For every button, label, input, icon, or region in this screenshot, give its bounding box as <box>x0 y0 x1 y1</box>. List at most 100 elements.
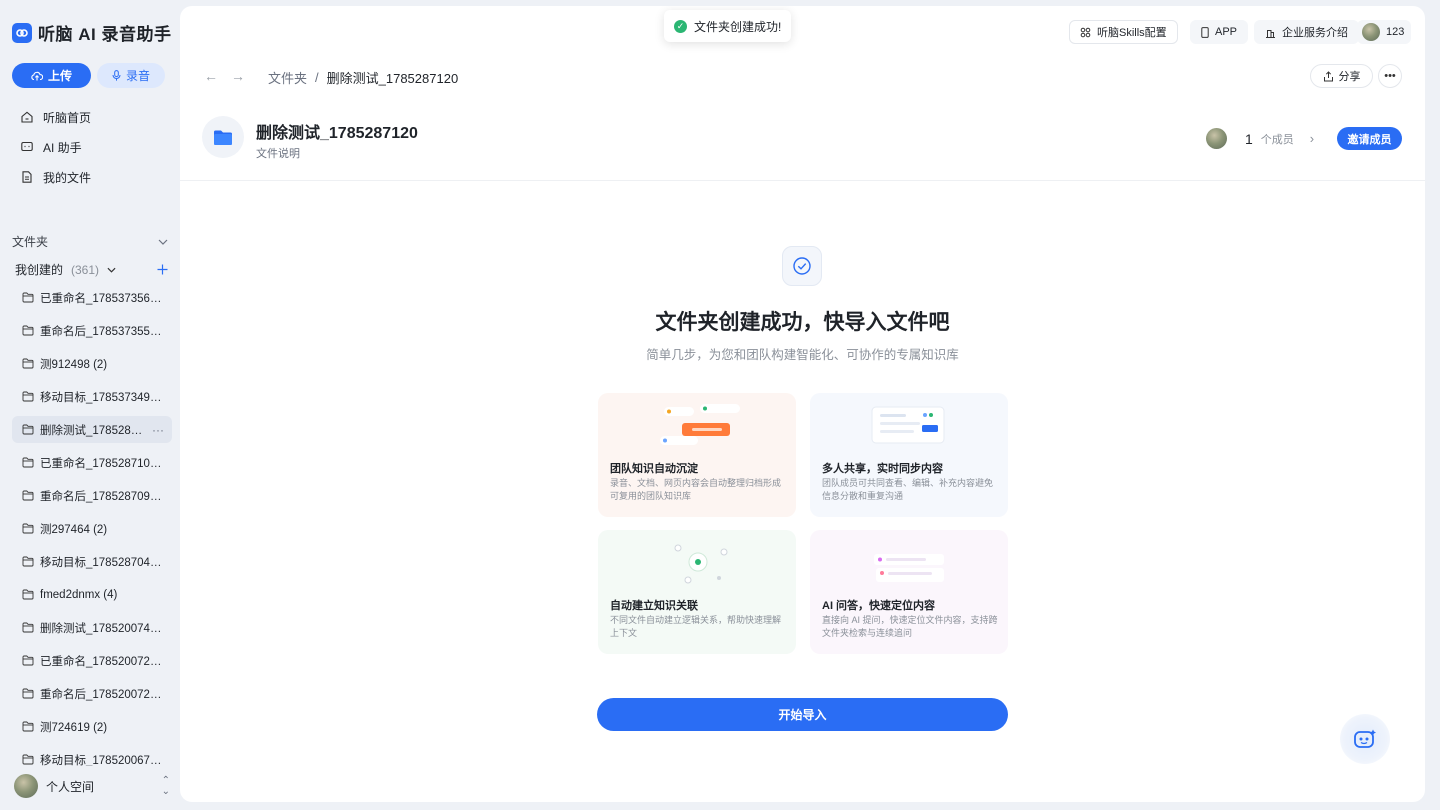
folder-list: 已重命名_1785373562 ... 重命名后_1785373552 ... 测9… <box>12 281 172 766</box>
folder-list-item[interactable]: 已重命名_1785287107 (... <box>12 446 172 479</box>
my-created-toggle[interactable]: 我创建的 (361) <box>15 261 116 278</box>
member-count: 1 <box>1245 130 1253 147</box>
relations-illustration <box>674 544 728 584</box>
feature-card-knowledge: 团队知识自动沉淀 录音、文档、网页内容会自动整理归档形成可复用的团队知识库 <box>598 393 796 517</box>
folder-list-item[interactable]: 移动目标_1785287046 ... <box>12 545 172 578</box>
more-dots-icon[interactable]: ··· <box>152 423 164 437</box>
folder-list-item[interactable]: 删除测试_17852871... ··· <box>12 416 172 443</box>
app-logo[interactable]: 听脑 AI 录音助手 <box>12 20 171 45</box>
folder-list-item[interactable]: 重命名后_1785287096 ... <box>12 479 172 512</box>
feature-card-ai-qa: AI 问答，快速定位内容 直接向 AI 提问，快速定位文件内容，支持跨文件夹检索… <box>810 530 1008 654</box>
share-icon <box>1323 70 1333 81</box>
folder-list-item[interactable]: fmed2dnmx (4) <box>12 578 172 611</box>
knowledge-illustration <box>660 404 740 445</box>
user-name: 123 <box>1386 26 1405 38</box>
folder-name: 移动目标_1785287046 ... <box>40 556 164 569</box>
user-menu[interactable]: 123 <box>1357 20 1412 44</box>
folder-name: 已重命名_1785287107 (... <box>40 457 164 470</box>
folder-name: 重命名后_1785287096 ... <box>40 490 164 503</box>
card-title: AI 问答，快速定位内容 <box>822 600 936 612</box>
ai-assistant-float-button[interactable] <box>1340 714 1390 764</box>
enterprise-label: 企业服务介绍 <box>1282 27 1348 39</box>
workspace-label: 个人空间 <box>46 779 95 794</box>
card-description: 团队成员可共同查看、编辑、补充内容避免信息分散和重复沟通 <box>822 478 994 501</box>
folder-list-item[interactable]: 已重命名_1785373562 ... <box>12 281 172 314</box>
chevron-down-icon <box>158 239 168 245</box>
chevron-down-icon <box>107 267 116 273</box>
folder-list-item[interactable]: 测297464 (2) <box>12 512 172 545</box>
folder-outline-icon <box>22 721 34 732</box>
folder-list-item[interactable]: 移动目标_1785200673 ... <box>12 743 172 766</box>
breadcrumb-root[interactable]: 文件夹 <box>268 68 307 87</box>
folder-description[interactable]: 文件说明 <box>256 145 300 161</box>
my-created-count: (361) <box>71 262 100 277</box>
folder-title: 删除测试_1785287120 <box>256 125 418 142</box>
back-arrow-icon[interactable]: ← <box>204 68 218 84</box>
folder-list-item[interactable]: 测912498 (2) <box>12 347 172 380</box>
start-import-button[interactable]: 开始导入 <box>597 698 1008 731</box>
folder-list-item[interactable]: 重命名后_1785373552 ... <box>12 314 172 347</box>
app-title: 听脑 AI 录音助手 <box>38 25 172 44</box>
record-label: 录音 <box>125 69 150 83</box>
sidebar-item-ai-assistant[interactable]: AI 助手 <box>20 137 82 157</box>
phone-icon <box>1201 26 1209 38</box>
workspace-switcher[interactable]: 个人空间 ⌃ ⌄ <box>14 772 170 800</box>
enterprise-services-button[interactable]: 企业服务介绍 <box>1254 20 1359 44</box>
record-button[interactable]: 录音 <box>97 63 165 88</box>
upload-button[interactable]: 上传 <box>12 63 91 88</box>
share-button[interactable]: 分享 <box>1310 64 1373 88</box>
folder-name: 重命名后_1785373552 ... <box>40 325 164 338</box>
folder-list-item[interactable]: 重命名后_1785200720 ... <box>12 677 172 710</box>
app-label: APP <box>1215 26 1238 38</box>
share-label: 分享 <box>1338 71 1361 83</box>
logo-icon <box>12 22 32 43</box>
folders-section-title: 文件夹 <box>12 235 49 249</box>
cloud-upload-icon <box>31 71 43 80</box>
folder-name: fmed2dnmx (4) <box>40 588 118 601</box>
folder-name: 测912498 (2) <box>40 358 108 371</box>
folders-section-header[interactable]: 文件夹 <box>12 233 168 250</box>
folder-name: 移动目标_1785200673 ... <box>40 754 164 767</box>
check-circle-icon: ✓ <box>674 19 687 33</box>
avatar <box>14 774 38 798</box>
folder-outline-icon <box>22 655 34 666</box>
invite-members-button[interactable]: 邀请成员 <box>1337 127 1402 150</box>
ai-qa-illustration <box>874 554 944 582</box>
sidebar-item-home[interactable]: 听脑首页 <box>20 107 91 127</box>
success-badge <box>782 246 822 286</box>
hero-title: 文件夹创建成功，快导入文件吧 <box>655 311 950 334</box>
header-divider <box>180 180 1425 181</box>
upload-label: 上传 <box>47 69 72 83</box>
microphone-icon <box>112 70 121 81</box>
folder-outline-icon <box>22 424 34 435</box>
forward-arrow-icon[interactable]: → <box>231 68 245 84</box>
my-created-header: 我创建的 (361) <box>15 261 168 278</box>
app-download-button[interactable]: APP <box>1190 20 1249 44</box>
folder-name: 移动目标_1785373497 ... <box>40 391 164 404</box>
sharing-illustration <box>871 406 945 444</box>
folder-outline-icon <box>22 358 34 369</box>
folder-list-item[interactable]: 测724619 (2) <box>12 710 172 743</box>
folder-list-item[interactable]: 已重命名_1785200729 ... <box>12 644 172 677</box>
folder-list-item[interactable]: 删除测试_1785200743 ... <box>12 611 172 644</box>
breadcrumb-current: 删除测试_1785287120 <box>326 71 459 86</box>
folder-outline-icon <box>22 589 34 600</box>
skills-icon <box>1080 27 1091 37</box>
add-folder-icon[interactable] <box>157 264 168 275</box>
success-toast: ✓ 文件夹创建成功! <box>664 10 792 42</box>
members-summary[interactable]: 1 个成员 › <box>1206 128 1314 149</box>
folder-list-item[interactable]: 移动目标_1785373497 ... <box>12 380 172 413</box>
skills-config-label: 听脑Skills配置 <box>1097 27 1167 39</box>
sidebar-item-my-files[interactable]: 我的文件 <box>20 167 91 187</box>
sidebar: 听脑 AI 录音助手 上传 录音 听脑首页 AI 助手 我的文件 文件夹 我创建… <box>0 0 180 810</box>
check-circle-icon <box>793 257 811 275</box>
member-avatar <box>1206 128 1227 149</box>
skills-config-button[interactable]: 听脑Skills配置 <box>1069 20 1178 44</box>
toast-text: 文件夹创建成功! <box>694 19 782 34</box>
breadcrumb-separator: / <box>315 70 319 85</box>
more-options-button[interactable]: ••• <box>1378 64 1402 88</box>
avatar <box>1362 23 1380 41</box>
sidebar-item-label: 听脑首页 <box>43 110 92 125</box>
folder-outline-icon <box>22 391 34 402</box>
home-icon <box>21 111 33 123</box>
